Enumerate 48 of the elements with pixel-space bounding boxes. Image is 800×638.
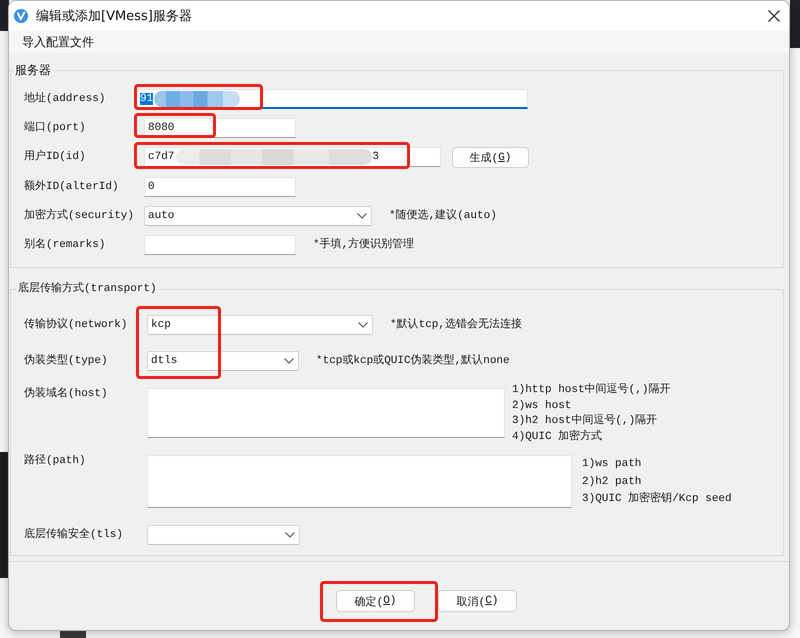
background-window-edge [790, 0, 800, 48]
generate-button[interactable]: 生成(G) [452, 147, 529, 168]
field-label: 额外ID(alterId) [24, 178, 120, 195]
chevron-down-icon [285, 532, 295, 538]
text-field[interactable] [144, 235, 296, 255]
hint-text: 3)h2 host中间逗号(,)隔开 [512, 414, 658, 429]
background-window-edge [0, 0, 9, 31]
dropdown[interactable]: dtls [147, 351, 299, 371]
hint-text: *手填,方便识别管理 [313, 236, 414, 253]
chevron-down-icon [357, 213, 367, 219]
close-icon [768, 10, 780, 22]
field-label: 底层传输安全(tls) [24, 526, 124, 543]
hint-text: 3)QUIC 加密密钥/Kcp seed [582, 491, 732, 507]
group-title: 服务器 [13, 62, 53, 78]
close-button[interactable] [766, 8, 782, 24]
background-taskbar-edge [60, 631, 86, 638]
field-label: 别名(remarks) [24, 237, 106, 253]
hint-text: *tcp或kcp或QUIC伪装类型,默认none [316, 353, 510, 369]
field-label: 端口(port) [24, 120, 87, 136]
field-label: 伪装类型(type) [24, 353, 109, 369]
field-label: 用户ID(id) [24, 148, 87, 165]
dropdown[interactable]: kcp [147, 315, 373, 335]
dropdown[interactable] [147, 525, 300, 545]
text-field[interactable]: 0 [144, 177, 296, 197]
cancel-button[interactable]: 取消(C) [438, 590, 517, 612]
hint-text: 2)ws host [512, 398, 572, 414]
chevron-down-icon [358, 322, 368, 328]
hint-text: 1)ws path [582, 457, 642, 472]
text-area[interactable] [147, 455, 572, 508]
window-title: 编辑或添加[VMess]服务器 [36, 8, 192, 25]
field-label: 伪装域名(host) [24, 388, 109, 400]
text-area[interactable] [147, 388, 505, 438]
chevron-down-icon [284, 358, 294, 364]
hint-text: *默认tcp,选错会无法连接 [390, 316, 522, 333]
ok-button[interactable]: 确定(O) [336, 590, 415, 612]
hint-text: *随便选,建议(auto) [389, 208, 497, 224]
text-field[interactable]: 91 [136, 89, 528, 109]
hint-text: 1)http host中间逗号(,)隔开 [512, 383, 670, 398]
text-field[interactable]: 8080 [144, 118, 296, 138]
menu-item[interactable]: 导入配置文件 [19, 34, 97, 50]
hint-text: 4)QUIC 加密方式 [512, 430, 604, 444]
field-label: 传输协议(network) [24, 317, 128, 333]
hint-text: 2)h2 path [582, 474, 642, 490]
field-label: 路径(path) [24, 455, 87, 467]
field-label: 加密方式(security) [24, 208, 136, 224]
dropdown[interactable]: auto [144, 206, 372, 226]
app-logo-icon [14, 9, 28, 23]
text-field[interactable]: c7d7 3 [144, 147, 441, 167]
